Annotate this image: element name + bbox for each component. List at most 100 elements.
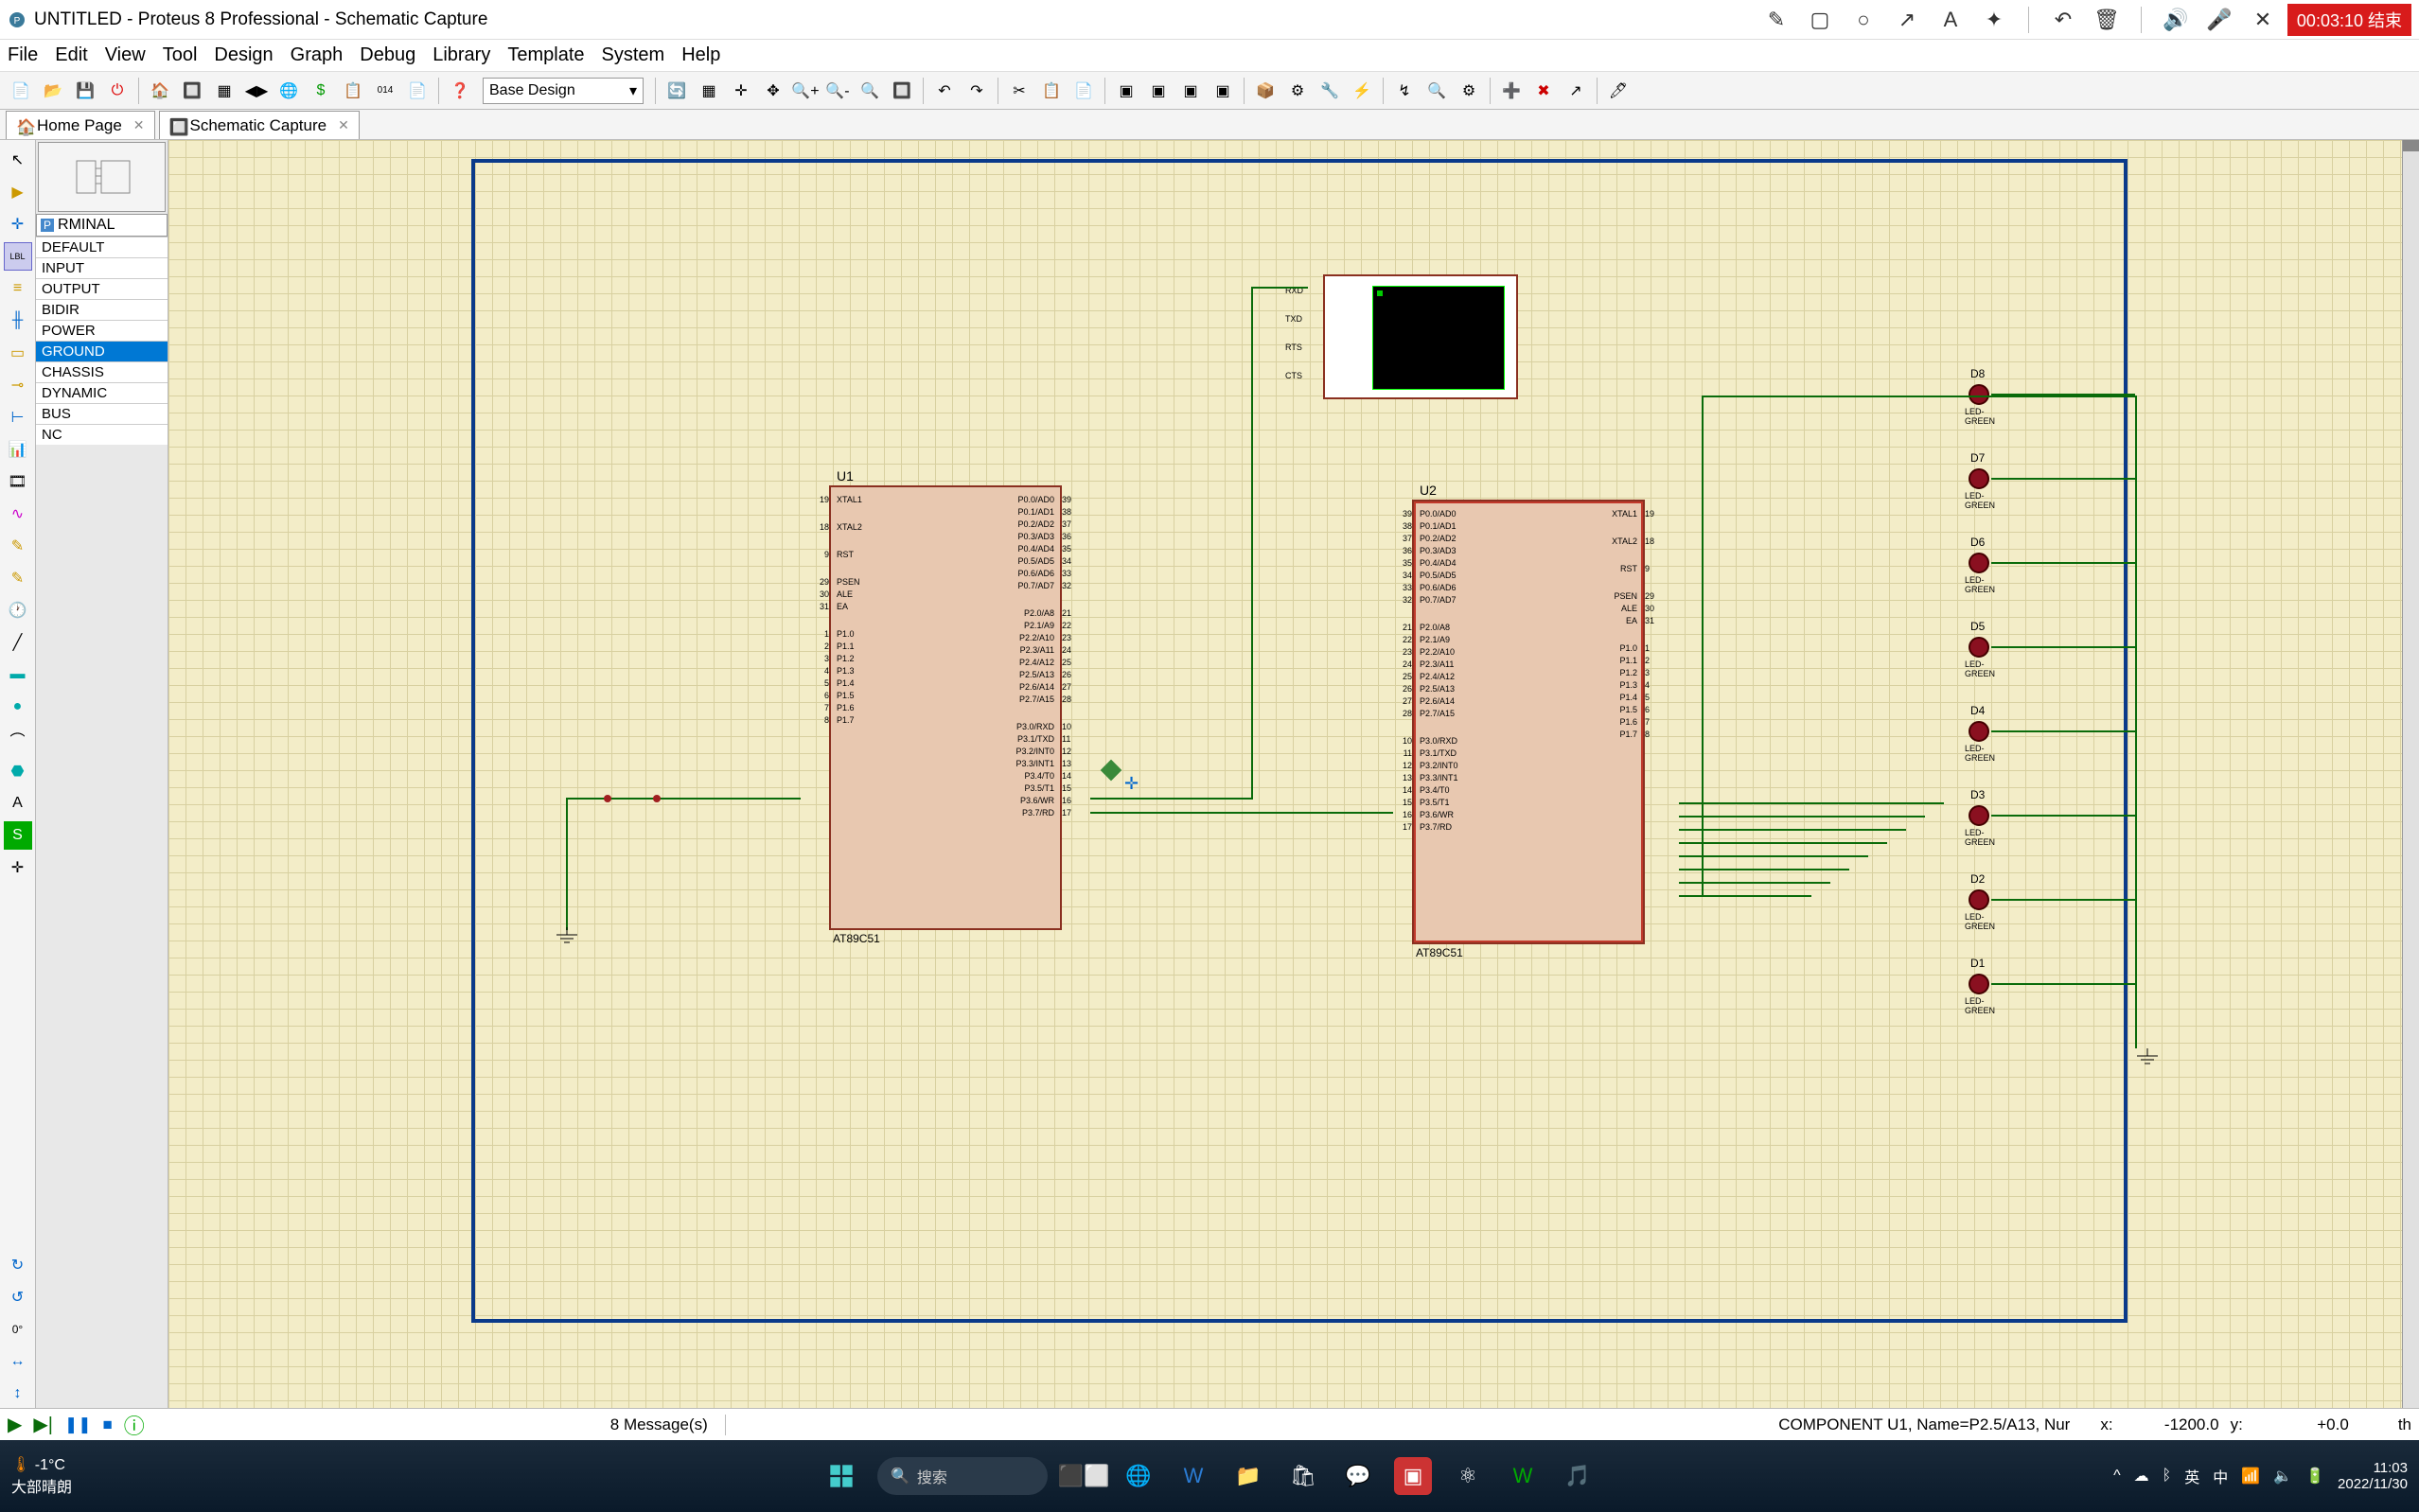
edge-icon[interactable]: 🌐 [1120,1457,1157,1495]
ime-indicator[interactable]: 英 [2184,1465,2199,1487]
wps-icon[interactable]: W [1504,1457,1542,1495]
pcb-button[interactable]: ▦ [209,76,239,106]
packaging-button[interactable]: 🔧 [1315,76,1345,106]
generator-tool[interactable]: ∿ [4,500,32,528]
app-icon[interactable]: ▣ [1394,1457,1432,1495]
taskbar-clock[interactable]: 11:03 2022/11/30 [2338,1460,2408,1492]
device-header[interactable]: P RMINAL [36,214,168,237]
wire[interactable] [1991,562,2135,564]
zoom-fit-button[interactable]: 🔍 [855,76,885,106]
wifi-icon[interactable]: 📶 [2241,1467,2260,1486]
led-d1[interactable]: D1LED-GREEN [1969,974,1989,994]
battery-icon[interactable]: 🔋 [2305,1467,2324,1486]
new-sheet-button[interactable]: ➕ [1496,76,1527,106]
wire[interactable] [566,798,801,800]
decompose-button[interactable]: ⚡ [1347,76,1377,106]
tray-chevron-icon[interactable]: ^ [2113,1468,2121,1485]
undo-icon[interactable]: ↶ [2050,7,2076,33]
start-button[interactable] [822,1457,860,1495]
menu-graph[interactable]: Graph [291,44,344,66]
paste-button[interactable]: 📄 [1068,76,1099,106]
block-move-button[interactable]: ▣ [1143,76,1174,106]
highlight-button[interactable]: 🖊 [1603,76,1633,106]
play-button[interactable]: ▶ [8,1413,22,1436]
property-button[interactable]: ⚙ [1454,76,1484,106]
device-item-input[interactable]: INPUT [36,257,168,278]
delete-sheet-button[interactable]: ✖ [1528,76,1559,106]
flip-v-button[interactable]: ↕ [4,1380,32,1408]
path-tool[interactable]: ⬣ [4,757,32,785]
doc-button[interactable]: 📄 [402,76,433,106]
close-button[interactable]: ⏻ [102,76,132,106]
menu-tool[interactable]: Tool [163,44,198,66]
graph-tool[interactable]: 📊 [4,435,32,464]
draw-text-icon[interactable]: A [1937,7,1964,33]
wire[interactable] [1679,869,1849,870]
menu-design[interactable]: Design [214,44,273,66]
led-d4[interactable]: D4LED-GREEN [1969,721,1989,742]
wire[interactable] [1991,646,2135,648]
new-button[interactable]: 📄 [6,76,36,106]
wire[interactable] [1679,802,1944,804]
wire[interactable] [1679,855,1868,857]
zoom-area-button[interactable]: 🔲 [887,76,917,106]
label-tool[interactable]: LBL [4,242,32,271]
wire[interactable] [1679,895,1811,897]
ime-mode[interactable]: 中 [2213,1465,2228,1487]
info-icon[interactable]: ⓘ [124,1410,145,1440]
onedrive-icon[interactable]: ☁ [2134,1467,2149,1486]
stop-button[interactable]: ■ [102,1415,112,1434]
chip-u1[interactable]: U1 AT89C51 19XTAL118XTAL29RST29PSEN30ALE… [829,485,1062,930]
wire[interactable] [1679,829,1906,831]
symbol-tool[interactable]: S [4,821,32,850]
wire[interactable] [566,798,568,930]
vertical-scrollbar[interactable] [2402,140,2419,1408]
taskbar-search[interactable]: 🔍 搜索 [877,1457,1048,1495]
weather-widget[interactable]: 🌡 -1°C 大部晴朗 [11,1455,72,1497]
draw-rect-icon[interactable]: ▢ [1807,7,1833,33]
device-item-dynamic[interactable]: DYNAMIC [36,382,168,403]
schematic-canvas[interactable]: U1 AT89C51 19XTAL118XTAL29RST29PSEN30ALE… [168,140,2419,1408]
wire[interactable] [1679,842,1887,844]
wire[interactable] [1991,730,2135,732]
menu-file[interactable]: File [8,44,38,66]
instruments-tool[interactable]: 🕐 [4,596,32,624]
text-tool[interactable]: ≡ [4,274,32,303]
tab-schematic[interactable]: 🔲 Schematic Capture ✕ [159,111,360,139]
bus-tool[interactable]: ╫ [4,307,32,335]
message-count[interactable]: 8 Message(s) [610,1415,708,1434]
goto-sheet-button[interactable]: ↗ [1561,76,1591,106]
block-rotate-button[interactable]: ▣ [1175,76,1206,106]
device-item-output[interactable]: OUTPUT [36,278,168,299]
origin-button[interactable]: ✛ [726,76,756,106]
draw-arrow-icon[interactable]: ↗ [1894,7,1920,33]
wire[interactable] [1991,478,2135,480]
close-tab-icon[interactable]: ✕ [133,117,145,133]
undo-button[interactable]: ↶ [929,76,960,106]
device-item-bus[interactable]: BUS [36,403,168,424]
close-tab-icon[interactable]: ✕ [338,117,349,133]
bluetooth-icon[interactable]: ᛒ [2163,1468,2172,1485]
media-icon[interactable]: 🎵 [1559,1457,1597,1495]
rotate-ccw-button[interactable]: ↺ [4,1283,32,1311]
scrollbar-thumb[interactable] [2403,140,2419,151]
ground-symbol[interactable] [553,927,581,951]
help-button[interactable]: ❓ [445,76,475,106]
menu-system[interactable]: System [602,44,665,66]
recording-timer[interactable]: 00:03:10 结束 [2287,4,2411,36]
gerber-button[interactable]: 🌐 [274,76,304,106]
zoom-out-button[interactable]: 🔍- [822,76,853,106]
menu-template[interactable]: Template [507,44,584,66]
chip-u2[interactable]: U2 AT89C51 39P0.0/AD038P0.1/AD137P0.2/AD… [1412,500,1645,944]
wire[interactable] [1679,816,1925,818]
virtual-terminal[interactable]: RXD TXD RTS CTS [1323,274,1518,399]
draw-wand-icon[interactable]: ✦ [1981,7,2007,33]
menu-library[interactable]: Library [433,44,490,66]
block-copy-button[interactable]: ▣ [1111,76,1141,106]
flip-h-button[interactable]: ↔ [4,1347,32,1376]
wire[interactable] [1090,812,1393,814]
design-selector[interactable]: Base Design▾ [483,78,644,104]
junction-tool[interactable]: ✛ [4,210,32,238]
redo-button[interactable]: ↷ [962,76,992,106]
ground-symbol[interactable] [2133,1048,2162,1072]
